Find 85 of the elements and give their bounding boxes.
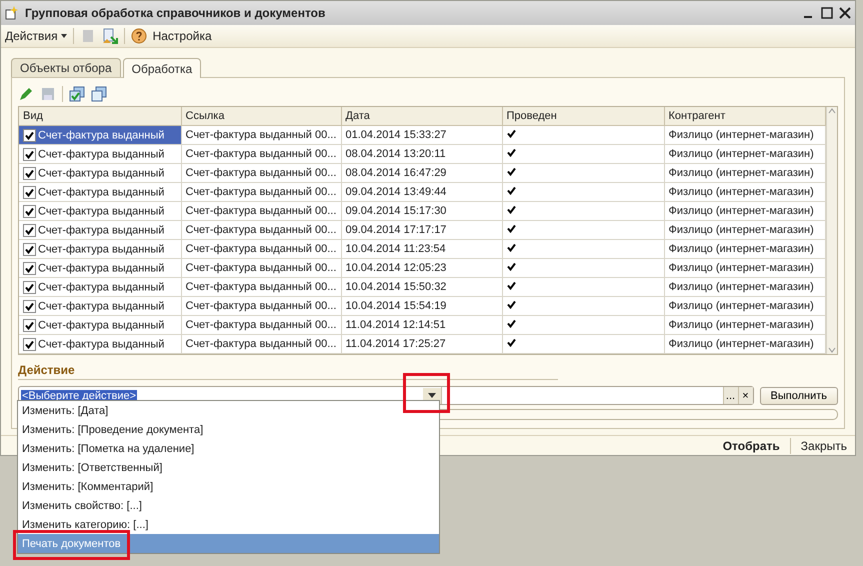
checkbox[interactable] [23,204,36,218]
table-cell: 11.04.2014 12:14:51 [341,316,502,335]
table-cell: Физлицо (интернет-магазин) [664,296,825,316]
document-arrow-icon[interactable] [102,28,118,44]
table-cell[interactable]: Счет-фактура выданный [19,296,181,316]
caret-icon [60,34,67,38]
table-cell: Физлицо (интернет-магазин) [664,278,825,297]
table-cell: Физлицо (интернет-магазин) [664,220,825,240]
table-cell: Физлицо (интернет-магазин) [664,334,825,354]
run-button[interactable]: Выполнить [760,386,838,405]
table-cell: Физлицо (интернет-магазин) [664,126,825,145]
checkbox[interactable] [23,128,36,142]
checkbox[interactable] [23,338,36,351]
table-cell: Счет-фактура выданный 00... [181,220,341,240]
checkbox[interactable] [23,166,36,180]
app-icon [5,6,19,20]
table-cell: 09.04.2014 15:17:30 [341,202,502,221]
table-cell: 11.04.2014 17:25:27 [341,334,502,354]
table-cell: 01.04.2014 15:33:27 [341,126,502,145]
maximize-icon[interactable] [821,7,833,19]
window-title: Групповая обработка справочников и документов [25,6,326,20]
table-cell: 10.04.2014 15:54:19 [341,296,502,316]
checkbox[interactable] [23,148,36,161]
close-button[interactable]: Закрыть [798,438,849,452]
table-cell: Физлицо (интернет-магазин) [664,316,825,335]
table-cell: Счет-фактура выданный 00... [181,316,341,335]
table-cell: Счет-фактура выданный 00... [181,144,341,164]
table-cell[interactable]: Счет-фактура выданный [19,164,181,183]
table-cell: Физлицо (интернет-магазин) [664,144,825,164]
column-header[interactable]: Вид [19,107,181,126]
table-cell[interactable]: Счет-фактура выданный [19,240,181,259]
table-cell: Счет-фактура выданный 00... [181,278,341,297]
table-cell: Счет-фактура выданный 00... [181,202,341,221]
pencil-icon[interactable] [18,86,34,102]
table-cell: Счет-фактура выданный 00... [181,164,341,183]
table-cell: Счет-фактура выданный 00... [181,240,341,259]
table-cell[interactable]: Счет-фактура выданный [19,182,181,202]
column-header[interactable]: Ссылка [181,107,341,126]
table-cell: 08.04.2014 13:20:11 [341,144,502,164]
checkbox[interactable] [23,224,36,237]
table-cell[interactable]: Счет-фактура выданный [19,126,181,145]
table-cell[interactable]: Счет-фактура выданный [19,202,181,221]
checkbox[interactable] [23,242,36,256]
table-cell: 10.04.2014 11:23:54 [341,240,502,259]
table-cell: Счет-фактура выданный 00... [181,126,341,145]
settings-button[interactable]: Настройка [152,29,212,43]
choose-button[interactable]: ... [722,387,738,404]
checkbox[interactable] [23,186,36,199]
table-cell: 10.04.2014 12:05:23 [341,258,502,278]
table-cell[interactable]: Счет-фактура выданный [19,334,181,354]
table-cell: 08.04.2014 16:47:29 [341,164,502,183]
table-cell: Физлицо (интернет-магазин) [664,258,825,278]
clear-button[interactable]: × [738,387,753,404]
table-cell: 09.04.2014 13:49:44 [341,182,502,202]
tab[interactable]: Объекты отбора [11,58,121,77]
table-cell: Физлицо (интернет-магазин) [664,182,825,202]
table-cell: Физлицо (интернет-магазин) [664,240,825,259]
table-cell: Физлицо (интернет-магазин) [664,164,825,183]
table-cell: 10.04.2014 15:50:32 [341,278,502,297]
actions-menu[interactable]: Действия [5,29,67,43]
table-cell[interactable]: Счет-фактура выданный [19,220,181,240]
table-cell: Счет-фактура выданный 00... [181,296,341,316]
table-cell[interactable]: Счет-фактура выданный [19,144,181,164]
checkbox[interactable] [23,300,36,313]
help-icon[interactable] [130,28,147,44]
column-header[interactable]: Проведен [502,107,664,126]
table-cell: 09.04.2014 17:17:17 [341,220,502,240]
column-header[interactable]: Контрагент [664,107,825,126]
table-cell: Счет-фактура выданный 00... [181,258,341,278]
uncheck-all-icon[interactable] [91,86,107,102]
table-cell: Физлицо (интернет-магазин) [664,202,825,221]
tab[interactable]: Обработка [122,58,202,78]
check-all-icon[interactable] [69,86,85,102]
checkbox[interactable] [23,318,36,332]
select-button[interactable]: Отобрать [720,438,782,452]
checkbox[interactable] [23,262,36,275]
section-title: Действие [18,363,558,380]
table-cell[interactable]: Счет-фактура выданный [19,278,181,297]
checkbox[interactable] [23,280,36,294]
table-cell: Счет-фактура выданный 00... [181,182,341,202]
close-icon[interactable] [839,7,851,19]
column-header[interactable]: Дата [341,107,502,126]
table-cell[interactable]: Счет-фактура выданный [19,316,181,335]
table-cell: Счет-фактура выданный 00... [181,334,341,354]
table-cell[interactable]: Счет-фактура выданный [19,258,181,278]
